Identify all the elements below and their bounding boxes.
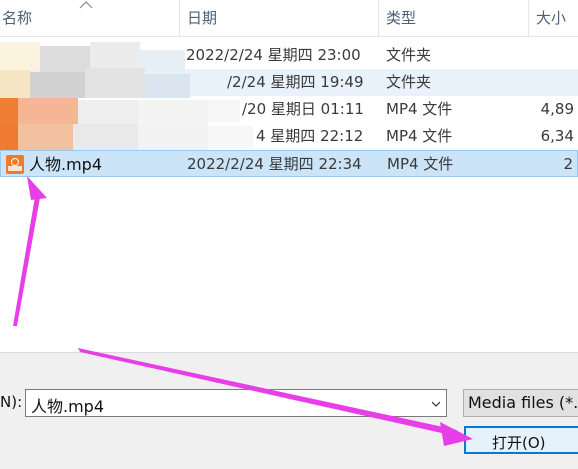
file-size: 2 [563,155,573,173]
file-date: 4 星期四 22:12 [256,127,364,145]
file-size: 6,34 [540,127,574,145]
file-type: 文件夹 [386,46,432,64]
filename-label: N): [0,393,23,411]
open-button-label: 打开(O) [492,434,546,452]
dialog-footer: N): 人物.mp4 Media files (*.m 打开(O) [0,352,578,469]
annotation-arrow-up [13,176,47,326]
file-type: MP4 文件 [386,127,453,145]
column-header-bar: 名称 日期 类型 大小 [0,0,578,37]
pixelated-region [0,42,260,150]
file-type-filter-select[interactable]: Media files (*.m [463,389,578,417]
file-type-filter-value: Media files (*.m [468,393,578,412]
file-type: 文件夹 [386,73,432,91]
file-type: MP4 文件 [386,100,453,118]
mp4-file-icon [6,155,24,174]
file-date: /20 星期日 01:11 [242,100,364,118]
file-name: 人物.mp4 [29,155,103,174]
file-date: 2022/2/24 星期四 22:34 [187,155,362,173]
file-row-selected[interactable]: 人物.mp4 2022/2/24 星期四 22:34 MP4 文件 2 [0,150,578,177]
file-type: MP4 文件 [387,155,454,173]
chevron-down-icon[interactable] [432,400,440,408]
filename-input[interactable]: 人物.mp4 [25,389,447,417]
column-header-date[interactable]: 日期 [179,0,379,36]
file-size: 4,89 [540,100,574,118]
column-header-size[interactable]: 大小 [528,0,578,36]
chevron-up-icon [79,1,93,9]
column-header-type[interactable]: 类型 [378,0,528,36]
filename-value: 人物.mp4 [31,397,105,416]
open-button[interactable]: 打开(O) [464,426,578,454]
